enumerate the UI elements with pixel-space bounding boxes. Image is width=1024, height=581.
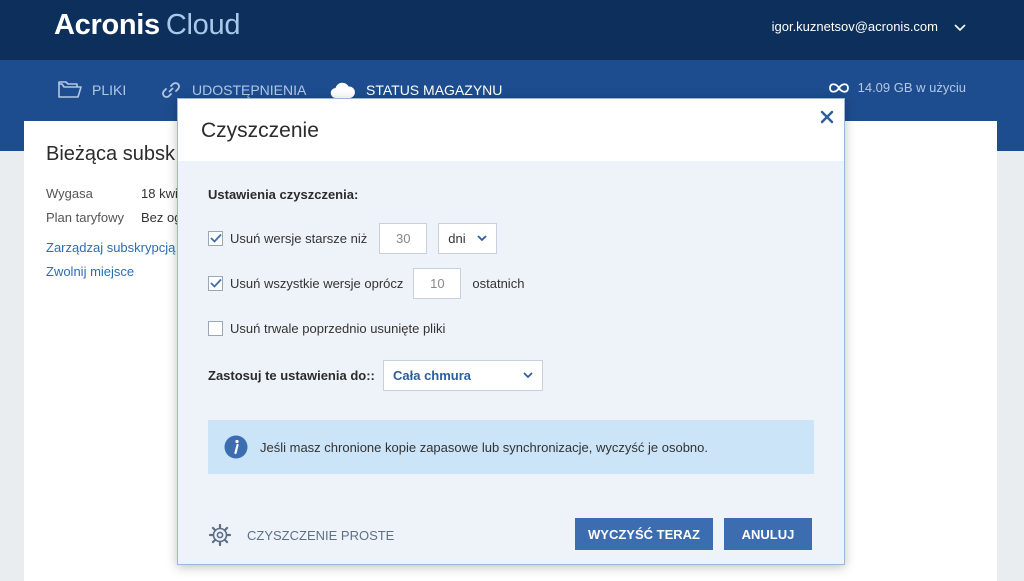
checkmark-icon xyxy=(209,278,222,288)
nav-tab-files[interactable]: PLIKI xyxy=(58,79,126,101)
info-icon xyxy=(224,435,248,459)
dialog-title: Czyszczenie xyxy=(201,119,319,142)
logo-brand: Acronis xyxy=(54,9,160,41)
checkmark-icon xyxy=(209,233,222,243)
storage-usage: 14.09 GB w użyciu xyxy=(828,80,966,95)
age-unit-value: dni xyxy=(448,230,466,246)
folder-icon xyxy=(58,81,82,98)
link-icon xyxy=(162,82,180,98)
option-permanent-delete: Usuń trwale poprzednio usunięte pliki xyxy=(208,313,445,343)
apply-to-value: Cała chmura xyxy=(393,368,472,383)
nav-tab-files-label: PLIKI xyxy=(92,82,127,98)
keep-versions-suffix: ostatnich xyxy=(472,275,525,291)
cleanup-settings-title: Ustawienia czyszczenia: xyxy=(208,187,359,202)
expires-label: Wygasa xyxy=(46,186,93,201)
plan-value: Bez og xyxy=(141,210,182,225)
free-space-link[interactable]: Zwolnij miejsce xyxy=(46,264,134,279)
subscription-title: Bieżąca subsk xyxy=(46,143,175,165)
manage-subscription-link[interactable]: Zarządzaj subskrypcją xyxy=(46,240,175,255)
cancel-button[interactable]: ANULUJ xyxy=(724,518,812,550)
nav-tab-storage-label: STATUS MAGAZYNU xyxy=(366,82,503,98)
simple-cleanup-label: CZYSZCZENIE PROSTE xyxy=(247,527,395,543)
gear-icon xyxy=(208,523,232,547)
logo[interactable]: Acronis Cloud xyxy=(54,9,240,42)
storage-usage-text: 14.09 GB w użyciu xyxy=(857,80,966,95)
age-unit-select[interactable]: dni xyxy=(438,222,498,254)
logo-product: Cloud xyxy=(165,9,241,41)
chevron-down-icon[interactable] xyxy=(954,24,966,32)
top-bar: Acronis Cloud igor.kuznetsov@acronis.com xyxy=(0,0,1024,60)
permanent-delete-label: Usuń trwale poprzednio usunięte pliki xyxy=(230,320,446,336)
plan-label: Plan taryfowy xyxy=(46,210,125,225)
chevron-down-icon xyxy=(523,372,533,379)
infinity-icon xyxy=(828,82,849,93)
simple-cleanup-link[interactable]: CZYSZCZENIE PROSTE xyxy=(208,523,394,547)
user-email[interactable]: igor.kuznetsov@acronis.com xyxy=(772,19,938,34)
option-keep-versions: Usuń wszystkie wersje oprócz 10 ostatnic… xyxy=(208,267,525,299)
keep-versions-count-input[interactable]: 10 xyxy=(413,267,462,299)
nav-tab-shares-label: UDOSTĘPNIENIA xyxy=(192,82,307,98)
chevron-down-icon xyxy=(477,234,487,241)
dialog-header: Czyszczenie xyxy=(178,99,844,161)
clean-now-button[interactable]: WYCZYŚĆ TERAZ xyxy=(575,518,713,550)
permanent-delete-checkbox[interactable] xyxy=(208,320,223,336)
keep-versions-label: Usuń wszystkie wersje oprócz xyxy=(230,275,404,291)
apply-to-select[interactable]: Cała chmura xyxy=(383,360,543,391)
older-versions-age-input[interactable]: 30 xyxy=(379,222,428,254)
info-text: Jeśli masz chronione kopie zapasowe lub … xyxy=(260,439,708,455)
close-icon[interactable] xyxy=(819,109,835,125)
info-box: Jeśli masz chronione kopie zapasowe lub … xyxy=(208,420,814,474)
older-versions-label: Usuń wersje starsze niż xyxy=(230,230,368,246)
older-versions-checkbox[interactable] xyxy=(208,230,223,246)
apply-to-label: Zastosuj te ustawienia do:: xyxy=(208,368,375,383)
cloud-icon xyxy=(330,82,355,99)
cleanup-dialog: Czyszczenie Ustawienia czyszczenia: Usuń… xyxy=(177,98,845,565)
option-older-versions: Usuń wersje starsze niż 30 dni xyxy=(208,222,498,254)
expires-value: 18 kwi xyxy=(141,186,178,201)
keep-versions-checkbox[interactable] xyxy=(208,275,223,291)
